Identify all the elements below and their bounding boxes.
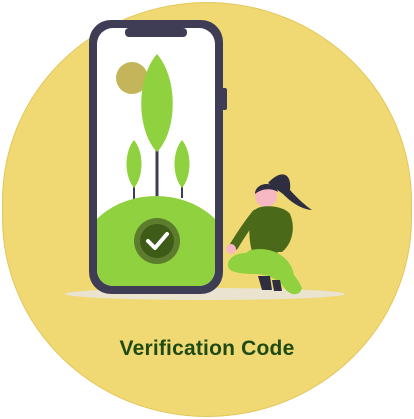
checkmark-icon [134,218,180,264]
page-title: Verification Code [119,337,295,360]
person-icon [226,174,312,295]
